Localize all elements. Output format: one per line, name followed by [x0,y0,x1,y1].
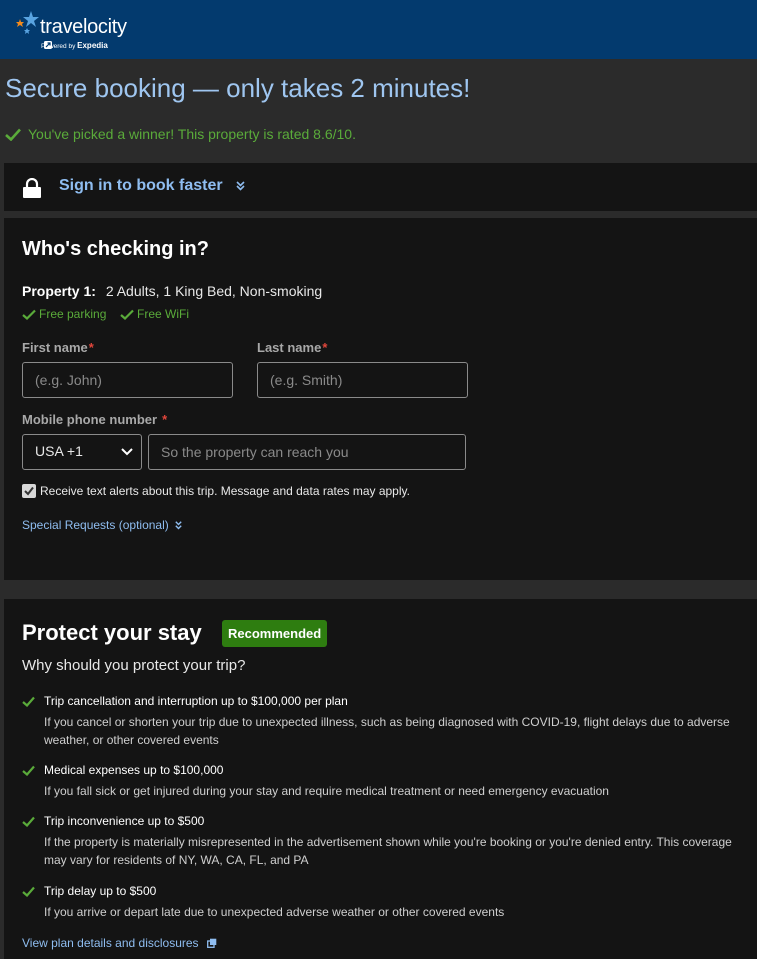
text-alerts-label[interactable]: Receive text alerts about this trip. Mes… [40,484,410,498]
amenity-label: Free parking [39,307,107,321]
country-code-select[interactable]: USA +1 [22,434,142,470]
benefit-description: If you cancel or shorten your trip due t… [44,715,730,747]
required-mark: * [322,340,328,355]
checkmark-icon [24,486,34,496]
amenity-free-wifi: Free WiFi [120,307,189,321]
country-code-value: USA +1 [35,443,83,459]
chevron-down-icon [121,448,133,456]
page-title: Secure booking — only takes 2 minutes! [5,73,471,103]
lock-icon [23,178,41,198]
site-header: travelocity Powered by Expedia [0,0,757,59]
signin-card: Sign in to book faster [4,163,757,211]
check-icon [22,765,35,776]
recommended-badge: Recommended [222,620,328,647]
text-alerts-checkbox[interactable] [22,484,36,498]
benefit-title: Trip cancellation and interruption up to… [44,694,348,708]
check-icon [22,696,35,707]
external-link-icon [206,938,216,948]
special-requests-label: Special Requests (optional) [22,518,169,532]
property-summary: Property 1: 2 Adults, 1 King Bed, Non-sm… [22,283,322,299]
phone-label: Mobile phone number * [22,412,167,427]
protect-subtitle: Why should you protect your trip? [22,657,246,674]
property-label: Property 1: [22,283,96,299]
powered-by: Powered by Expedia [41,41,108,50]
checkin-heading: Who's checking in? [22,238,209,260]
winner-text: You've picked a winner! This property is… [28,126,356,142]
check-icon [22,886,35,897]
check-icon [22,309,36,320]
benefit-description: If you fall sick or get injured during y… [44,784,609,798]
double-chevron-down-icon[interactable] [236,181,245,191]
travelocity-logo[interactable]: travelocity Powered by Expedia [14,10,134,52]
expedia-icon [44,41,52,49]
powered-by-brand: Expedia [77,41,108,50]
brand-name: travelocity [40,16,127,38]
winner-message: You've picked a winner! This property is… [4,126,356,142]
protect-card: Protect your stay Recommended Why should… [4,599,757,959]
check-icon [120,309,134,320]
star-logo-icon [16,11,39,34]
phone-input[interactable] [148,434,466,470]
last-name-label-text: Last name [257,340,322,355]
benefit-title: Trip inconvenience up to $500 [44,814,205,828]
first-name-input[interactable] [22,362,233,398]
plan-details-link[interactable]: View plan details and disclosures [22,936,217,950]
check-icon [22,816,35,827]
amenity-free-parking: Free parking [22,307,106,321]
protect-title: Protect your stay [22,620,202,645]
first-name-label: First name* [22,340,94,355]
required-mark: * [162,412,168,427]
checkin-card: Who's checking in? Property 1: 2 Adults,… [4,218,757,580]
benefit-title: Trip delay up to $500 [44,884,157,898]
text-alerts-row: Receive text alerts about this trip. Mes… [22,484,410,498]
benefit-description: If the property is materially misreprese… [44,835,732,867]
amenity-label: Free WiFi [137,307,189,321]
double-chevron-down-icon [175,520,182,529]
last-name-label: Last name* [257,340,327,355]
benefit-description: If you arrive or depart late due to unex… [44,905,505,919]
required-mark: * [88,340,94,355]
special-requests-toggle[interactable]: Special Requests (optional) [22,518,182,532]
first-name-label-text: First name [22,340,88,355]
property-details: 2 Adults, 1 King Bed, Non-smoking [105,283,323,299]
last-name-input[interactable] [257,362,468,398]
signin-link[interactable]: Sign in to book faster [59,177,223,195]
phone-label-text: Mobile phone number [22,412,158,427]
plan-details-label: View plan details and disclosures [22,936,199,950]
check-icon [5,128,21,141]
benefit-title: Medical expenses up to $100,000 [44,763,224,777]
